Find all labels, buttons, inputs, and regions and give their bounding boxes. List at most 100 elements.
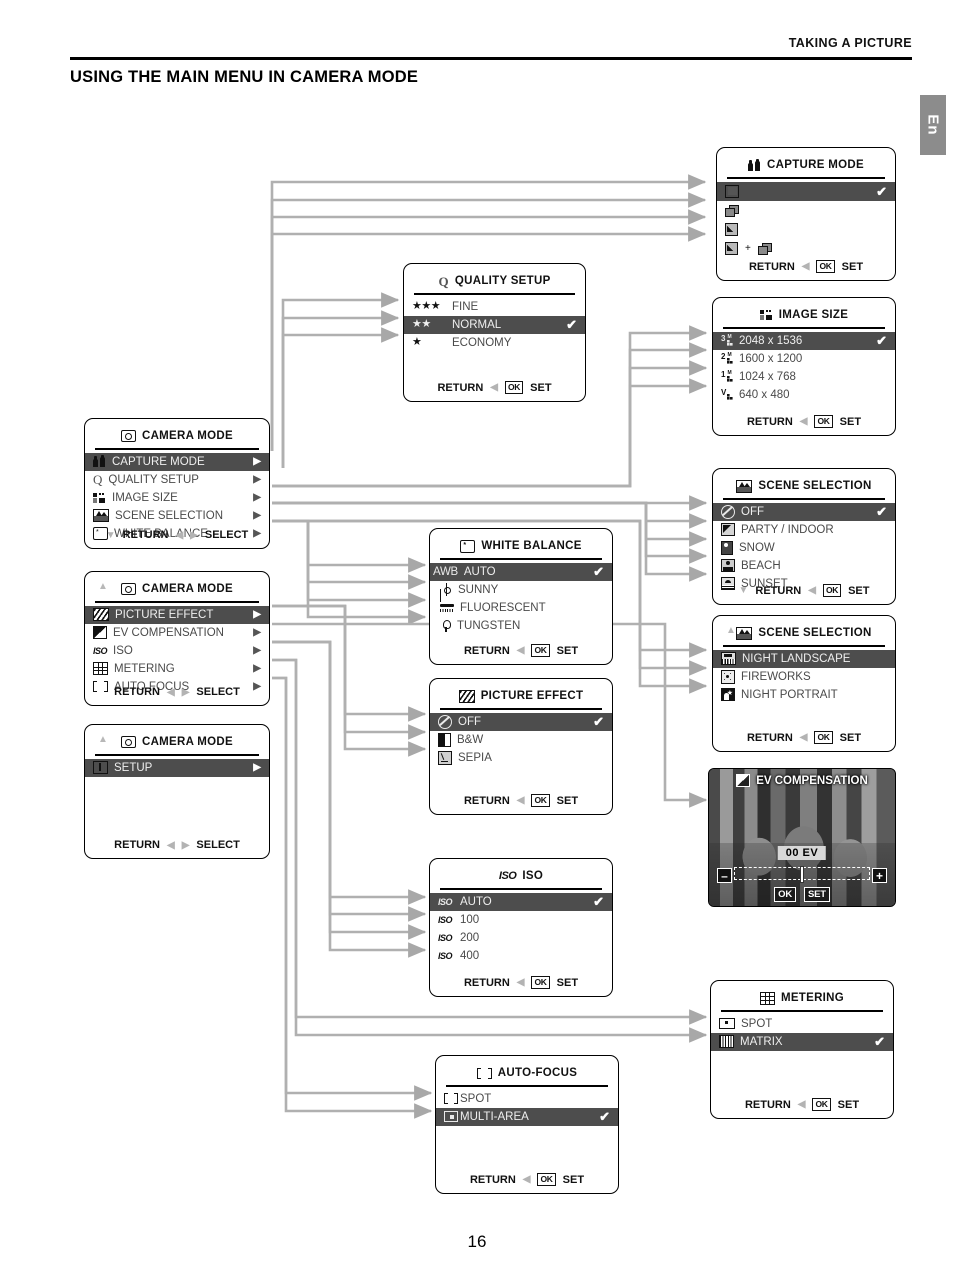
panel-footer: RETURN ◀ OK SET <box>430 976 612 989</box>
option-burst[interactable] <box>717 201 895 220</box>
menu-list[interactable]: 3 M 2048 x 1536 ✔ 2 M 1600 x 1200 1 M 10… <box>713 331 895 404</box>
option-sunny[interactable]: SUNNY <box>430 581 612 599</box>
menu-item-picture-effect[interactable]: PICTURE EFFECT ▶ <box>85 605 269 624</box>
ev-decrease-button[interactable]: – <box>717 868 732 883</box>
menu-item-ev-compensation[interactable]: EV COMPENSATION ▶ <box>85 624 269 642</box>
panel-quality-setup[interactable]: Q QUALITY SETUP ★★★ FINE ★★ NORMAL ✔ ★ E… <box>403 263 586 402</box>
menu-list[interactable]: ✔ + <box>717 181 895 258</box>
option-1024x768[interactable]: 1 M 1024 x 768 <box>713 368 895 386</box>
panel-title-label: WHITE BALANCE <box>481 540 582 552</box>
panel-iso[interactable]: ISO ISO ISO AUTO ✔ ISO 100 ISO 200 ISO 4… <box>429 858 613 997</box>
left-triangle-icon: ◀ <box>167 839 175 851</box>
panel-title: CAPTURE MODE <box>717 153 895 177</box>
scene-icon <box>93 509 109 523</box>
option-single-frame[interactable]: ✔ <box>717 181 895 201</box>
panel-scene-selection-2[interactable]: ▲ SCENE SELECTION NIGHT LANDSCAPE FIREWO… <box>712 615 896 752</box>
option-640x480[interactable]: V 640 x 480 <box>713 386 895 404</box>
option-night-portrait[interactable]: NIGHT PORTRAIT <box>713 686 895 704</box>
iso-100-icon: ISO <box>438 914 453 925</box>
ev-increase-button[interactable]: + <box>872 868 887 883</box>
bw-icon <box>438 732 451 747</box>
option-label: 640 x 480 <box>739 388 790 401</box>
ok-button-icon[interactable]: OK <box>774 887 796 902</box>
panel-metering[interactable]: METERING SPOT MATRIX ✔ RETURN ◀ OK SET <box>710 980 894 1119</box>
size-badge-vga-icon: V <box>721 388 733 401</box>
panel-image-size[interactable]: IMAGE SIZE 3 M 2048 x 1536 ✔ 2 M 1600 x … <box>712 297 896 436</box>
menu-list[interactable]: AWB AUTO ✔ SUNNY FLUORESCENT TUNGSTEN <box>430 562 612 635</box>
option-100[interactable]: ISO 100 <box>430 911 612 929</box>
return-label: RETURN <box>463 644 510 657</box>
option-off[interactable]: OFF ✔ <box>713 502 895 521</box>
option-2048x1536[interactable]: 3 M 2048 x 1536 ✔ <box>713 331 895 350</box>
option-snow[interactable]: SNOW <box>713 539 895 557</box>
option-fine[interactable]: ★★★ FINE <box>404 298 585 316</box>
language-tab-label: En <box>924 114 942 136</box>
ev-slider-thumb[interactable] <box>800 866 804 883</box>
timelapse-icon <box>725 241 738 255</box>
menu-list[interactable]: OFF ✔ B&W SEPIA <box>430 712 612 767</box>
ev-icon <box>736 774 751 787</box>
panel-picture-effect[interactable]: PICTURE EFFECT OFF ✔ B&W SEPIA RETURN ◀ … <box>429 678 613 815</box>
option-fluorescent[interactable]: FLUORESCENT <box>430 599 612 617</box>
option-spot[interactable]: SPOT <box>436 1090 618 1108</box>
option-fireworks[interactable]: FIREWORKS <box>713 668 895 686</box>
panel-camera-mode-2[interactable]: ▲ CAMERA MODE PICTURE EFFECT ▶ EV COMPEN… <box>84 571 270 706</box>
option-timelapse[interactable] <box>717 220 895 239</box>
option-sepia[interactable]: SEPIA <box>430 749 612 767</box>
panel-scene-selection-1[interactable]: SCENE SELECTION OFF ✔ PARTY / INDOOR SNO… <box>712 468 896 605</box>
option-1600x1200[interactable]: 2 M 1600 x 1200 <box>713 350 895 368</box>
af-spot-icon <box>444 1093 458 1105</box>
menu-list[interactable]: NIGHT LANDSCAPE FIREWORKS NIGHT PORTRAIT <box>713 649 895 704</box>
menu-list[interactable]: OFF ✔ PARTY / INDOOR SNOW BEACH SUNSET <box>713 502 895 593</box>
panel-ev-compensation[interactable]: EV COMPENSATION 00 EV – + OK SET <box>708 768 896 907</box>
option-label: 1600 x 1200 <box>739 352 803 365</box>
option-label: 1024 x 768 <box>739 370 796 383</box>
menu-item-label: CAPTURE MODE <box>112 455 205 468</box>
option-timelapse-burst[interactable]: + <box>717 239 895 258</box>
set-button[interactable]: SET <box>803 887 830 902</box>
option-400[interactable]: ISO 400 <box>430 947 612 965</box>
image-size-icon <box>93 492 106 503</box>
return-label: RETURN <box>463 976 510 989</box>
menu-list[interactable]: SPOT MULTI-AREA ✔ <box>436 1090 618 1126</box>
panel-title: WHITE BALANCE <box>430 534 612 558</box>
option-spot[interactable]: SPOT <box>711 1015 893 1033</box>
option-label: AUTO <box>460 895 492 908</box>
menu-item-scene-selection[interactable]: SCENE SELECTION ▶ <box>85 507 269 525</box>
option-auto[interactable]: AWB AUTO ✔ <box>430 562 612 581</box>
size-badge-2m-icon: 2 M <box>721 352 733 365</box>
fireworks-icon <box>721 669 735 684</box>
option-matrix[interactable]: MATRIX ✔ <box>711 1032 893 1051</box>
menu-item-setup[interactable]: SETUP ▶ <box>85 758 269 777</box>
menu-item-capture-mode[interactable]: CAPTURE MODE ▶ <box>85 452 269 471</box>
check-icon: ✔ <box>599 1109 610 1125</box>
option-economy[interactable]: ★ ECONOMY <box>404 334 585 352</box>
option-bw[interactable]: B&W <box>430 731 612 749</box>
option-auto[interactable]: ISO AUTO ✔ <box>430 892 612 911</box>
panel-auto-focus[interactable]: AUTO-FOCUS SPOT MULTI-AREA ✔ RETURN ◀ OK… <box>435 1055 619 1194</box>
menu-list[interactable]: PICTURE EFFECT ▶ EV COMPENSATION ▶ ISO I… <box>85 605 269 696</box>
menu-item-iso[interactable]: ISO ISO ▶ <box>85 642 269 660</box>
menu-item-label: QUALITY SETUP <box>108 473 199 486</box>
panel-camera-mode-1[interactable]: CAMERA MODE CAPTURE MODE ▶ Q QUALITY SET… <box>84 418 270 549</box>
option-multi-area[interactable]: MULTI-AREA ✔ <box>436 1107 618 1126</box>
option-off[interactable]: OFF ✔ <box>430 712 612 731</box>
option-200[interactable]: ISO 200 <box>430 929 612 947</box>
option-party-indoor[interactable]: PARTY / INDOOR <box>713 521 895 539</box>
option-beach[interactable]: BEACH <box>713 557 895 575</box>
menu-list[interactable]: ★★★ FINE ★★ NORMAL ✔ ★ ECONOMY <box>404 298 585 352</box>
option-night-landscape[interactable]: NIGHT LANDSCAPE <box>713 649 895 668</box>
menu-list[interactable]: SETUP ▶ <box>85 758 269 777</box>
panel-white-balance[interactable]: WHITE BALANCE AWB AUTO ✔ SUNNY FLUORESCE… <box>429 528 613 665</box>
menu-list[interactable]: ISO AUTO ✔ ISO 100 ISO 200 ISO 400 <box>430 892 612 965</box>
menu-item-metering[interactable]: METERING ▶ <box>85 660 269 678</box>
menu-item-image-size[interactable]: IMAGE SIZE ▶ <box>85 489 269 507</box>
panel-camera-mode-3[interactable]: ▲ CAMERA MODE SETUP ▶ RETURN ◀ ▶ SELECT <box>84 724 270 859</box>
grid-icon <box>759 991 775 1005</box>
option-tungsten[interactable]: TUNGSTEN <box>430 617 612 635</box>
menu-list[interactable]: SPOT MATRIX ✔ <box>711 1015 893 1051</box>
ev-slider[interactable] <box>734 866 870 883</box>
panel-capture-mode[interactable]: CAPTURE MODE ✔ + RETURN ◀ OK SET <box>716 147 896 281</box>
menu-item-quality-setup[interactable]: Q QUALITY SETUP ▶ <box>85 471 269 489</box>
option-normal[interactable]: ★★ NORMAL ✔ <box>404 315 585 334</box>
